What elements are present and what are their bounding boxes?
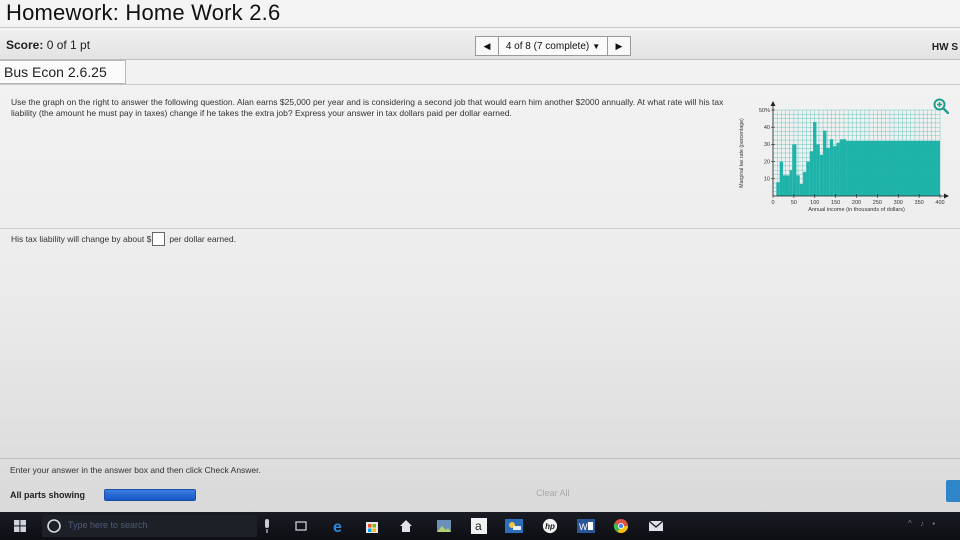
x-axis-label: Annual income (in thousands of dollars) (808, 207, 905, 213)
chart-y-tick-label-1: 20 (764, 159, 770, 165)
windows-icon[interactable] (14, 518, 26, 534)
chart-x-tick-label-5: 250 (873, 200, 882, 206)
answer-line: His tax liability will change by about $… (11, 232, 236, 246)
amazon-icon[interactable]: a (471, 518, 487, 534)
title-divider (0, 27, 960, 28)
answer-input[interactable] (152, 232, 166, 246)
svg-text:hp: hp (545, 522, 555, 531)
instruction-text: Enter your answer in the answer box and … (10, 465, 261, 475)
hw-score-label: HW S (931, 42, 958, 53)
question-nav: ◀ 4 of 8 (7 complete) ▼ ▶ (475, 36, 631, 56)
chart-x-tick-label-0: 0 (771, 200, 774, 206)
chart-x-tick-label-7: 350 (915, 200, 924, 206)
question-position: 4 of 8 (7 complete) (505, 40, 590, 52)
score-value: 0 of 1 pt (46, 38, 91, 52)
next-question-button[interactable]: ▶ (607, 36, 631, 56)
network-icon[interactable]: ▪ (932, 519, 938, 528)
mail-icon[interactable] (648, 518, 664, 534)
svg-text:e: e (333, 519, 342, 534)
svg-text:a: a (475, 519, 482, 533)
chart-bar-3 (783, 175, 790, 196)
home-icon[interactable] (398, 518, 414, 534)
chart-bar-18 (836, 142, 840, 196)
chart-y-tick-label-0: 10 (764, 177, 770, 183)
chart-y-tick-label-3: 40 (764, 125, 770, 131)
edge-icon[interactable]: e (331, 518, 347, 534)
tax-rate-chart[interactable]: 10 20 30 40 50% 0 50 100 150 200 250 300 350 400 Annua… (735, 100, 950, 230)
triangle-left-icon: ◀ (483, 40, 491, 51)
word-icon[interactable]: W (577, 518, 595, 534)
chart-y-tick-label-4: 50% (759, 108, 770, 114)
chart-x-tick-label-4: 200 (852, 200, 861, 206)
chart-x-tick-label-2: 100 (810, 200, 819, 206)
photos-icon[interactable] (436, 518, 452, 534)
chrome-icon[interactable] (613, 518, 629, 534)
store-icon[interactable] (364, 518, 380, 534)
hp-icon[interactable]: hp (541, 518, 559, 534)
score-label: Score: (6, 38, 44, 52)
chart-bar-10 (809, 151, 814, 196)
clear-all-button[interactable]: Clear All (536, 488, 570, 498)
chart-y-arrow (770, 101, 776, 106)
footer-divider (0, 458, 960, 459)
score-bar: Score: 0 of 1 pt ◀ 4 of 8 (7 complete) ▼… (0, 31, 960, 60)
chart-y-tick-label-2: 30 (764, 142, 770, 148)
chart-bar-7 (799, 183, 804, 196)
parts-showing-label: All parts showing (10, 490, 86, 500)
task-view-icon[interactable] (294, 518, 308, 534)
homework-title: Homework: Home Work 2.6 (6, 0, 281, 25)
section-divider (0, 228, 960, 229)
chart-x-tick-label-1: 50 (791, 200, 797, 206)
homework-page: Homework: Home Work 2.6 Score: 0 of 1 pt… (0, 0, 960, 512)
chart-bar-20 (846, 140, 940, 196)
question-selector[interactable]: 4 of 8 (7 complete) ▼ (499, 36, 607, 56)
chart-bar-14 (823, 130, 827, 196)
y-axis-label: Marginal tax rate (percentage) (739, 118, 745, 188)
chart-bar-13 (819, 154, 824, 196)
chart-bar-17 (833, 146, 837, 196)
chart-bar-8 (803, 171, 807, 196)
chart-bar-15 (826, 147, 830, 196)
svg-text:W: W (579, 522, 588, 532)
question-id: Bus Econ 2.6.25 (0, 60, 126, 84)
system-tray[interactable]: ^ ♪ ▪ (908, 519, 938, 528)
chart-x-tick-label-8: 400 (935, 200, 944, 206)
weather-icon[interactable] (505, 518, 523, 534)
chart-x-tick-label-3: 150 (831, 200, 840, 206)
question-divider (0, 84, 960, 85)
check-answer-button[interactable] (946, 480, 960, 502)
answer-suffix: per dollar earned. (169, 234, 236, 244)
chart-bar-1 (776, 182, 780, 196)
triangle-right-icon: ▶ (615, 40, 623, 51)
question-text: Use the graph on the right to answer the… (11, 97, 724, 118)
parts-progress-fill (105, 490, 195, 500)
answer-prefix: His tax liability will change by about $ (11, 234, 152, 244)
volume-icon[interactable]: ♪ (920, 519, 927, 528)
chevron-up-icon[interactable]: ^ (908, 519, 915, 528)
mic-icon[interactable] (262, 518, 272, 534)
prev-question-button[interactable]: ◀ (475, 36, 499, 56)
cortana-circle-icon[interactable] (46, 518, 62, 534)
caret-down-icon: ▼ (592, 41, 601, 51)
chart-x-tick-label-6: 300 (894, 200, 903, 206)
score: Score: 0 of 1 pt (6, 38, 90, 52)
parts-progress-bar (104, 489, 196, 501)
chart-x-arrow (944, 193, 949, 199)
windows-taskbar: Type here to search e a hp W ^ ♪ ▪ (0, 512, 960, 540)
taskbar-search-input[interactable]: Type here to search (68, 520, 148, 530)
